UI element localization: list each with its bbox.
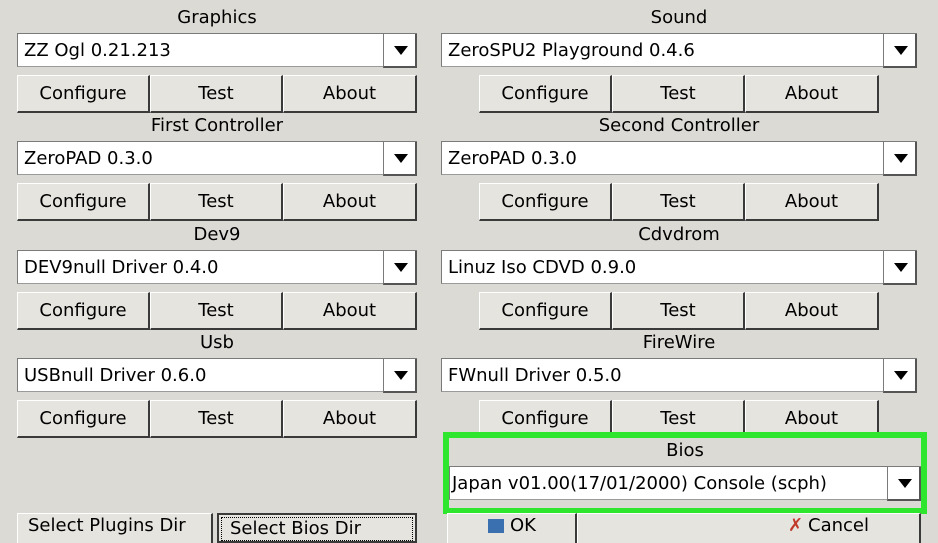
dev9-section: Dev9 DEV9null Driver 0.4.0 Configure Tes…	[17, 221, 417, 333]
graphics-plugin-value: ZZ Ogl 0.21.213	[24, 40, 171, 61]
second-controller-combo[interactable]: ZeroPAD 0.3.0	[441, 141, 917, 176]
firewire-dropdown-button[interactable]	[883, 359, 917, 393]
graphics-section: Graphics ZZ Ogl 0.21.213 Configure Test …	[17, 4, 417, 116]
ok-label: OK	[510, 515, 536, 536]
sound-label: Sound	[650, 7, 708, 28]
second-controller-about-button[interactable]: About	[745, 183, 879, 221]
second-controller-test-button[interactable]: Test	[612, 183, 745, 221]
first-controller-configure-button[interactable]: Configure	[17, 183, 150, 221]
graphics-test-button[interactable]: Test	[150, 75, 283, 113]
second-controller-configure-button[interactable]: Configure	[479, 183, 612, 221]
cdvdrom-configure-button[interactable]: Configure	[479, 292, 612, 330]
firewire-label: FireWire	[642, 332, 716, 353]
graphics-about-button[interactable]: About	[283, 75, 417, 113]
chevron-down-icon	[394, 371, 408, 380]
graphics-configure-button[interactable]: Configure	[17, 75, 150, 113]
usb-plugin-combo[interactable]: USBnull Driver 0.6.0	[17, 358, 417, 393]
chevron-down-icon	[894, 371, 908, 380]
dev9-about-button[interactable]: About	[283, 292, 417, 330]
first-controller-section: First Controller ZeroPAD 0.3.0 Configure…	[17, 112, 417, 224]
first-controller-combo[interactable]: ZeroPAD 0.3.0	[17, 141, 417, 176]
cdvdrom-section: Cdvdrom Linuz Iso CDVD 0.9.0 Configure T…	[441, 221, 917, 333]
cancel-button[interactable]: ✗ Cancel	[577, 513, 921, 543]
cdvdrom-about-button[interactable]: About	[745, 292, 879, 330]
bios-label: Bios	[666, 440, 704, 461]
ok-icon	[488, 519, 504, 533]
sound-dropdown-button[interactable]	[883, 34, 917, 68]
first-controller-label: First Controller	[150, 115, 284, 136]
select-plugins-dir-label: Select Plugins Dir	[28, 515, 186, 536]
bios-combo[interactable]: Japan v01.00(17/01/2000) Console (scph)	[449, 466, 921, 501]
sound-configure-button[interactable]: Configure	[479, 75, 612, 113]
firewire-plugin-value: FWnull Driver 0.5.0	[448, 365, 622, 386]
usb-dropdown-button[interactable]	[383, 359, 417, 393]
graphics-dropdown-button[interactable]	[383, 34, 417, 68]
graphics-plugin-combo[interactable]: ZZ Ogl 0.21.213	[17, 33, 417, 68]
ok-button[interactable]: OK	[447, 513, 577, 543]
first-controller-value: ZeroPAD 0.3.0	[24, 148, 153, 169]
sound-section: Sound ZeroSPU2 Playground 0.4.6 Configur…	[441, 4, 917, 116]
first-controller-test-button[interactable]: Test	[150, 183, 283, 221]
dev9-configure-button[interactable]: Configure	[17, 292, 150, 330]
second-controller-value: ZeroPAD 0.3.0	[448, 148, 577, 169]
chevron-down-icon	[894, 263, 908, 272]
first-controller-about-button[interactable]: About	[283, 183, 417, 221]
cdvdrom-plugin-value: Linuz Iso CDVD 0.9.0	[448, 257, 637, 278]
sound-about-button[interactable]: About	[745, 75, 879, 113]
usb-about-button[interactable]: About	[283, 400, 417, 438]
sound-test-button[interactable]: Test	[612, 75, 745, 113]
sound-plugin-combo[interactable]: ZeroSPU2 Playground 0.4.6	[441, 33, 917, 68]
usb-label: Usb	[200, 332, 234, 353]
second-controller-section: Second Controller ZeroPAD 0.3.0 Configur…	[441, 112, 917, 224]
chevron-down-icon	[894, 46, 908, 55]
usb-plugin-value: USBnull Driver 0.6.0	[24, 365, 207, 386]
bios-dropdown-button[interactable]	[887, 467, 921, 501]
usb-configure-button[interactable]: Configure	[17, 400, 150, 438]
cancel-icon: ✗	[788, 515, 804, 536]
graphics-label: Graphics	[177, 7, 257, 28]
bios-section: Bios Japan v01.00(17/01/2000) Console (s…	[449, 438, 921, 508]
second-controller-dropdown-button[interactable]	[883, 142, 917, 176]
firewire-plugin-combo[interactable]: FWnull Driver 0.5.0	[441, 358, 917, 393]
select-bios-dir-button[interactable]: Select Bios Dir	[217, 513, 417, 543]
bios-value: Japan v01.00(17/01/2000) Console (scph)	[452, 473, 827, 494]
chevron-down-icon	[394, 263, 408, 272]
usb-section: Usb USBnull Driver 0.6.0 Configure Test …	[17, 329, 417, 441]
second-controller-label: Second Controller	[598, 115, 760, 136]
cdvdrom-dropdown-button[interactable]	[883, 251, 917, 285]
cdvdrom-label: Cdvdrom	[638, 224, 720, 245]
sound-plugin-value: ZeroSPU2 Playground 0.4.6	[448, 40, 695, 61]
dev9-plugin-value: DEV9null Driver 0.4.0	[24, 257, 219, 278]
first-controller-dropdown-button[interactable]	[383, 142, 417, 176]
dev9-label: Dev9	[193, 224, 241, 245]
dev9-plugin-combo[interactable]: DEV9null Driver 0.4.0	[17, 250, 417, 285]
dev9-test-button[interactable]: Test	[150, 292, 283, 330]
chevron-down-icon	[394, 154, 408, 163]
usb-test-button[interactable]: Test	[150, 400, 283, 438]
cdvdrom-test-button[interactable]: Test	[612, 292, 745, 330]
select-bios-dir-label: Select Bios Dir	[230, 518, 361, 539]
chevron-down-icon	[894, 154, 908, 163]
dev9-dropdown-button[interactable]	[383, 251, 417, 285]
chevron-down-icon	[898, 479, 912, 488]
cancel-label: Cancel	[808, 515, 869, 536]
firewire-section: FireWire FWnull Driver 0.5.0 Configure T…	[441, 329, 917, 441]
chevron-down-icon	[394, 46, 408, 55]
select-plugins-dir-button[interactable]: Select Plugins Dir	[17, 513, 213, 543]
cdvdrom-plugin-combo[interactable]: Linuz Iso CDVD 0.9.0	[441, 250, 917, 285]
